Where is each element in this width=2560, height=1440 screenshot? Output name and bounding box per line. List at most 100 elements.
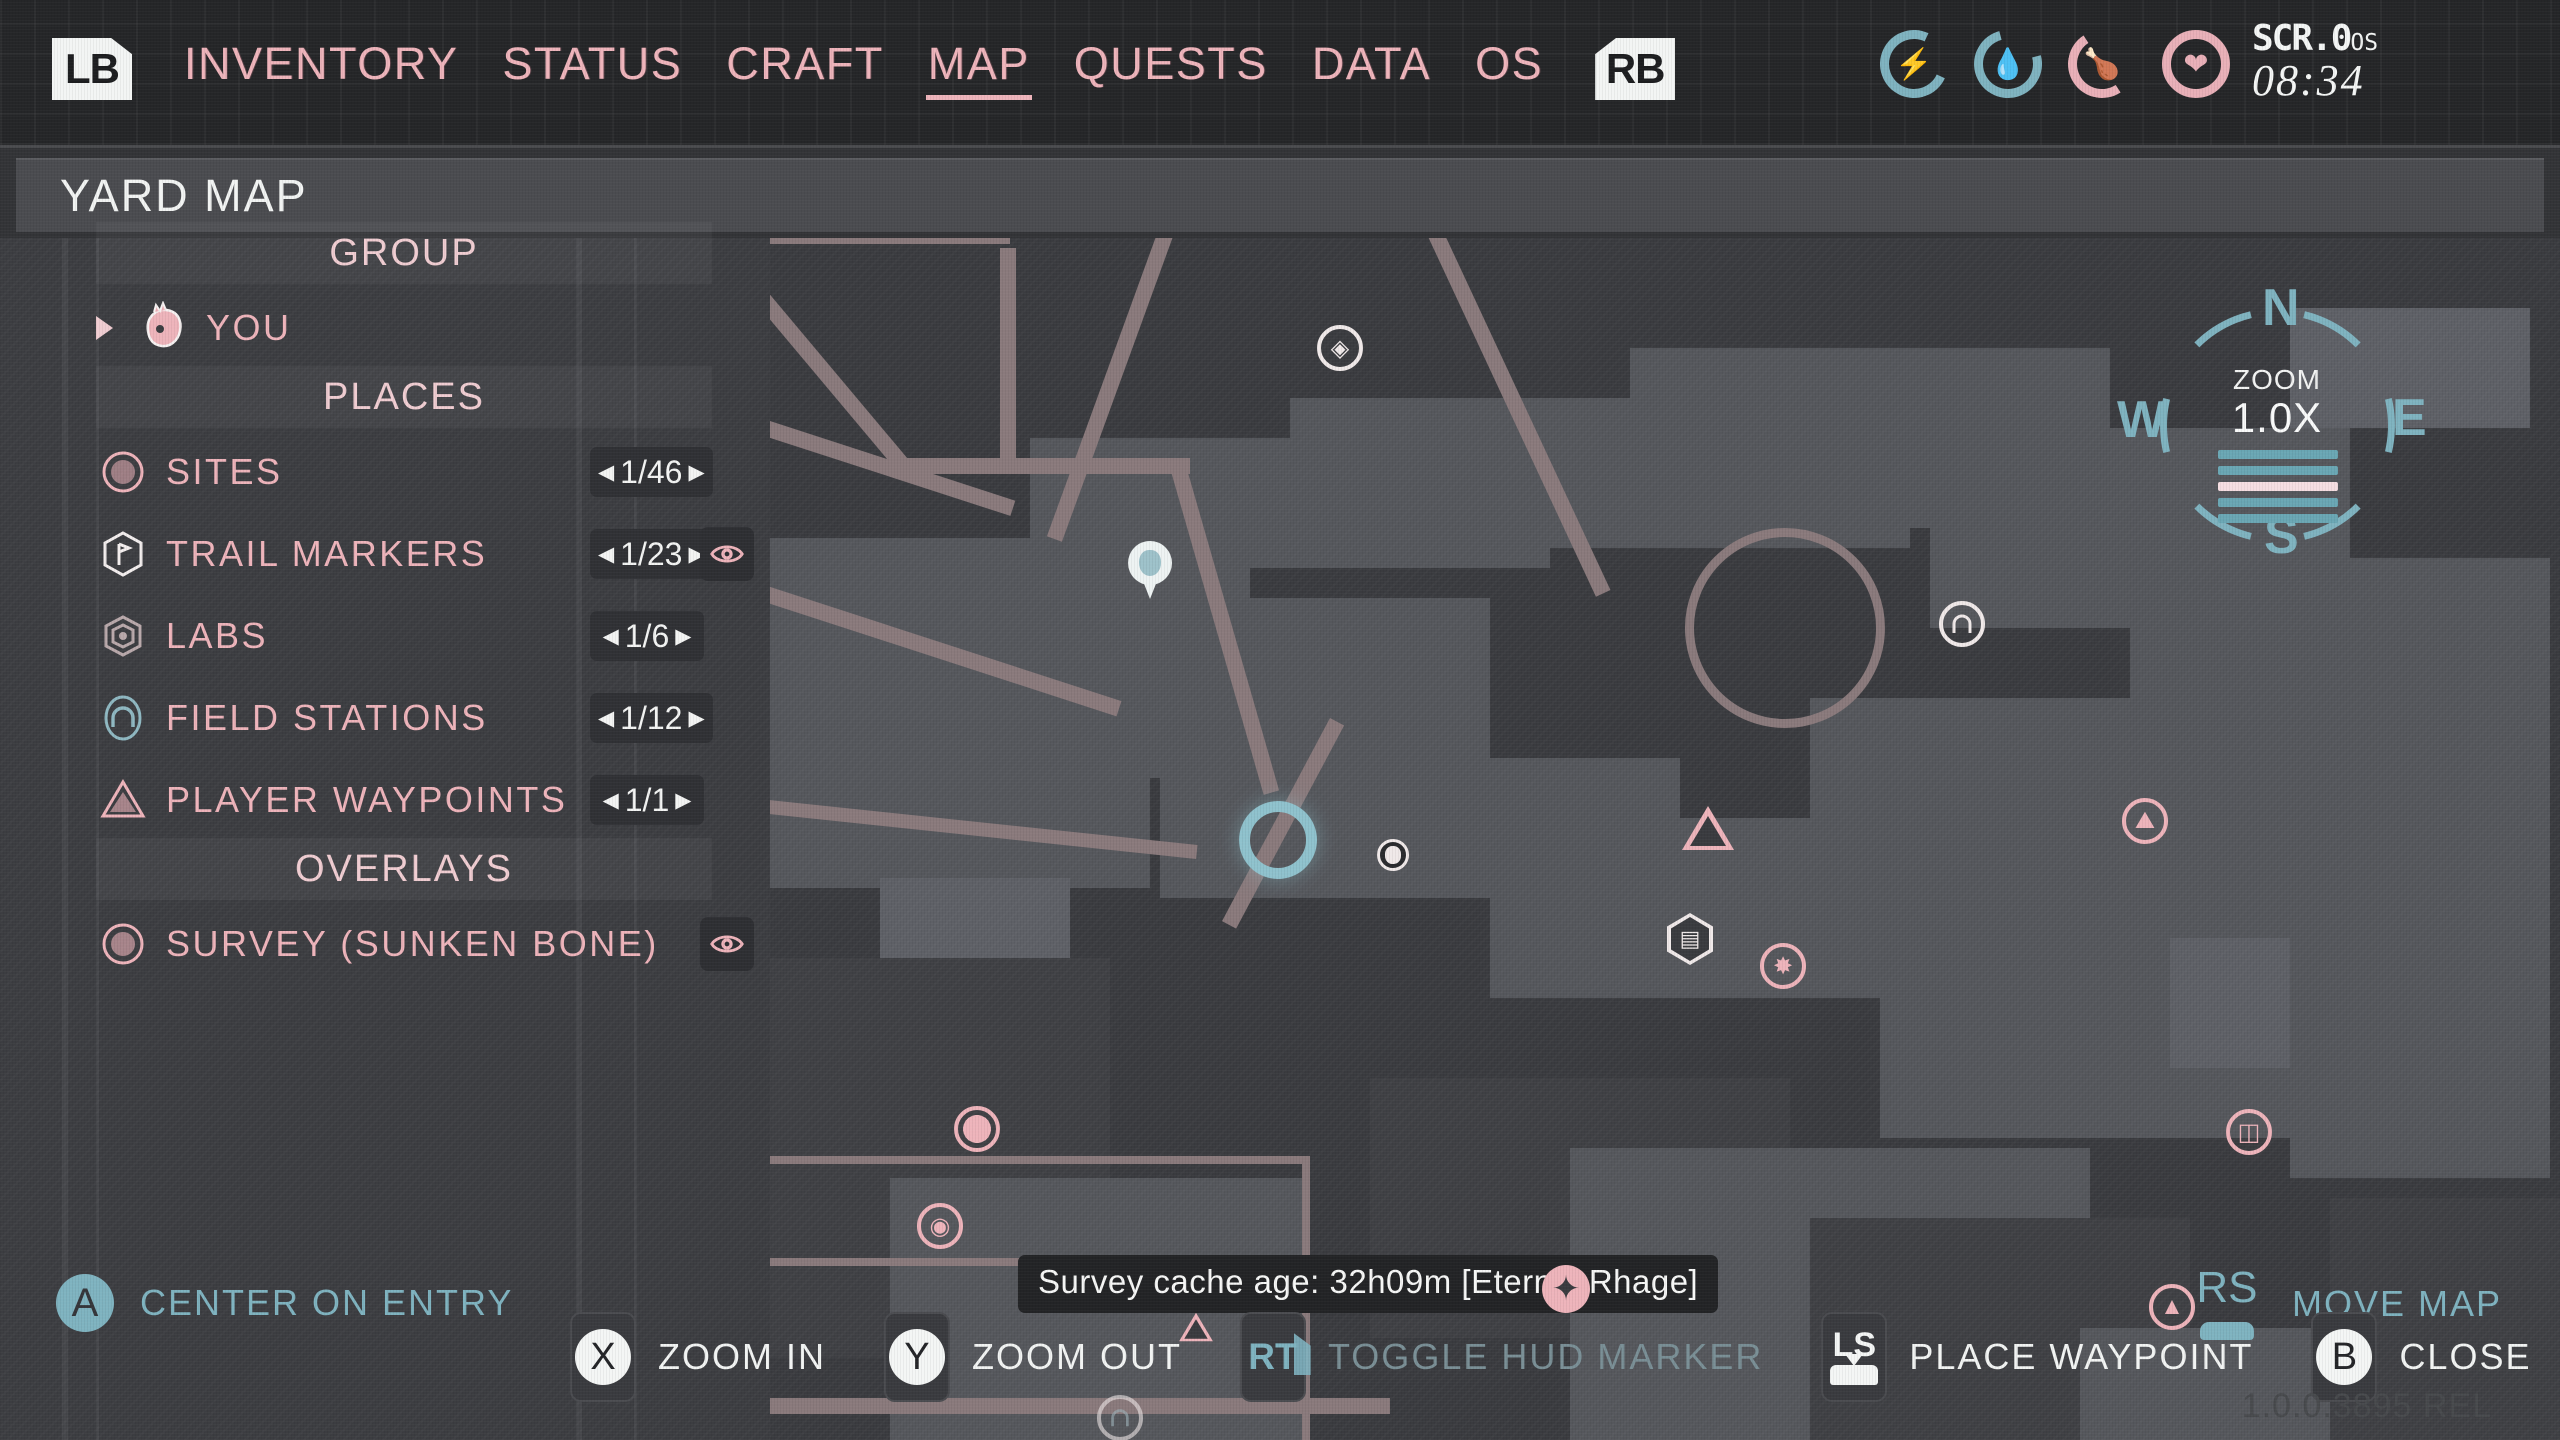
sidebar-item-label: TRAIL MARKERS xyxy=(166,533,488,574)
main-nav: LB INVENTORY STATUS CRAFT MAP QUESTS DAT… xyxy=(52,38,1676,100)
field-station-marker[interactable] xyxy=(1939,601,1985,647)
os-name-text: SCR.0 xyxy=(2252,18,2352,59)
rt-trigger-pad: RT xyxy=(1239,1312,1306,1402)
map-area-circle xyxy=(1685,528,1885,728)
site-marker-lower[interactable] xyxy=(954,1106,1000,1152)
stepper-next-arrow[interactable]: ▶ xyxy=(688,460,704,485)
prompt-place-waypoint[interactable]: LS PLACE WAYPOINT xyxy=(1821,1312,2253,1402)
labs-counter-stepper[interactable]: ◀ 1/6 ▶ xyxy=(590,611,704,661)
trail-markers-visibility-toggle[interactable] xyxy=(700,527,754,581)
zoom-bar-active[interactable] xyxy=(2218,482,2338,491)
sidebar-item-player-waypoints[interactable]: PLAYER WAYPOINTS ◀ 1/1 ▶ xyxy=(0,766,770,834)
nav-item-craft[interactable]: CRAFT xyxy=(704,38,906,100)
x-button-pad[interactable]: X xyxy=(570,1312,636,1402)
eye-icon xyxy=(710,935,744,953)
trail-marker-icon xyxy=(96,527,150,581)
prompt-zoom-in[interactable]: X ZOOM IN xyxy=(570,1312,826,1402)
stepper-prev-arrow[interactable]: ◀ xyxy=(603,624,619,649)
lab-hex-marker[interactable]: ▤ xyxy=(1667,913,1713,965)
trail-marker-east[interactable]: ⛰ xyxy=(2122,798,2168,844)
clock-time: 08:34 xyxy=(2252,56,2365,105)
top-navigation-bar: LB INVENTORY STATUS CRAFT MAP QUESTS DAT… xyxy=(0,0,2560,148)
lab-hex-icon xyxy=(96,609,150,663)
zoom-bar[interactable] xyxy=(2218,514,2338,523)
sidebar-item-labs[interactable]: LABS ◀ 1/6 ▶ xyxy=(0,602,770,670)
section-header-overlays: OVERLAYS xyxy=(96,838,712,900)
pin-icon xyxy=(1128,541,1172,599)
stepper-next-arrow[interactable]: ▶ xyxy=(675,624,691,649)
zoom-label: ZOOM xyxy=(2233,364,2321,395)
rt-trigger-icon: RT xyxy=(1248,1336,1298,1377)
stepper-prev-arrow[interactable]: ◀ xyxy=(598,706,614,731)
y-button-pad[interactable]: Y xyxy=(883,1312,950,1402)
nav-item-status[interactable]: STATUS xyxy=(480,38,704,100)
gem-icon: ◈ xyxy=(1317,325,1363,371)
sidebar-item-label: PLAYER WAYPOINTS xyxy=(166,779,568,820)
map-sector-box-top xyxy=(770,1156,1310,1266)
survey-circle-icon xyxy=(96,917,150,971)
stepper-value: 1/23 xyxy=(620,535,683,572)
player-waypoints-counter-stepper[interactable]: ◀ 1/1 ▶ xyxy=(590,775,704,825)
ls-stick-pad[interactable]: LS xyxy=(1821,1312,1888,1402)
zoom-in-label: ZOOM IN xyxy=(658,1336,826,1377)
build-version-label: 1.0.0.3895 REL xyxy=(2241,1387,2492,1425)
left-bumper-button[interactable]: LB xyxy=(52,38,132,100)
selection-caret-icon xyxy=(96,316,113,340)
stepper-next-arrow[interactable]: ▶ xyxy=(688,706,704,731)
sidebar-item-survey-overlay[interactable]: SURVEY (SUNKEN BONE) xyxy=(0,910,770,978)
food-ring-icon: 🍗 xyxy=(2061,23,2143,105)
waypoint-triangle-marker[interactable] xyxy=(1682,806,1734,850)
os-clock: SCR.0OS 08:34 xyxy=(2252,18,2502,106)
zoom-level-bars[interactable] xyxy=(2218,450,2338,530)
zoom-bar[interactable] xyxy=(2218,498,2338,507)
prompt-zoom-out[interactable]: Y ZOOM OUT xyxy=(883,1312,1182,1402)
sidebar-item-label: LABS xyxy=(166,615,269,656)
os-name-suffix: OS xyxy=(2350,30,2379,56)
eye-overlay-marker[interactable]: ◉ xyxy=(917,1203,963,1249)
nav-item-data[interactable]: DATA xyxy=(1290,38,1453,100)
cache-icon: ◫ xyxy=(2226,1109,2272,1155)
eye-marker-icon: ◉ xyxy=(917,1203,963,1249)
cache-marker-east[interactable]: ◫ xyxy=(2226,1109,2272,1155)
field-stations-counter-stepper[interactable]: ◀ 1/12 ▶ xyxy=(590,693,713,743)
zoom-bar[interactable] xyxy=(2218,450,2338,459)
lab-icon: ▤ xyxy=(1667,913,1713,965)
player-pin-marker[interactable] xyxy=(1128,541,1172,599)
nav-item-inventory[interactable]: INVENTORY xyxy=(162,38,480,100)
sidebar-item-trail-markers[interactable]: TRAIL MARKERS ◀ 1/23 ▶ xyxy=(0,520,770,588)
gem-site-marker[interactable]: ◈ xyxy=(1317,325,1363,371)
compass-zoom-widget[interactable]: N E S W ZOOM 1.0X xyxy=(2112,278,2442,578)
player-head-icon xyxy=(136,300,190,355)
stepper-next-arrow[interactable]: ▶ xyxy=(675,788,691,813)
nav-item-map[interactable]: MAP xyxy=(906,38,1052,100)
field-station-icon xyxy=(1939,601,1985,647)
stepper-prev-arrow[interactable]: ◀ xyxy=(598,542,614,567)
sidebar-item-sites[interactable]: SITES ◀ 1/46 ▶ xyxy=(0,438,770,506)
survey-node-marker[interactable]: ✸ xyxy=(1760,943,1806,989)
right-bumper-button[interactable]: RB xyxy=(1595,38,1676,100)
sidebar-item-label: FIELD STATIONS xyxy=(166,697,488,738)
nav-item-os[interactable]: OS xyxy=(1453,38,1565,100)
energy-ring-icon: ⚡ xyxy=(1870,20,1958,108)
status-rings: ⚡ 💧 🍗 ❤ xyxy=(1870,17,2230,111)
os-name: SCR.0OS xyxy=(2252,18,2502,59)
stepper-prev-arrow[interactable]: ◀ xyxy=(603,788,619,813)
trail-markers-counter-stepper[interactable]: ◀ 1/23 ▶ xyxy=(590,529,713,579)
place-waypoint-label: PLACE WAYPOINT xyxy=(1909,1336,2254,1377)
nav-item-quests[interactable]: QUESTS xyxy=(1052,38,1290,100)
bottom-prompt-bar: X ZOOM IN Y ZOOM OUT RT TOGGLE HUD MARKE… xyxy=(0,1290,2560,1440)
sidebar-item-you[interactable]: YOU xyxy=(0,294,770,362)
zoom-bar[interactable] xyxy=(2218,466,2338,475)
zoom-out-label: ZOOM OUT xyxy=(971,1336,1182,1377)
field-station-icon xyxy=(96,691,150,745)
sites-counter-stepper[interactable]: ◀ 1/46 ▶ xyxy=(590,447,713,497)
sidebar-item-field-stations[interactable]: FIELD STATIONS ◀ 1/12 ▶ xyxy=(0,684,770,752)
site-circle-icon xyxy=(96,445,150,499)
player-head-marker[interactable] xyxy=(1377,839,1409,871)
player-ring-icon xyxy=(1239,801,1317,879)
player-head-icon xyxy=(1377,839,1409,871)
sidebar-item-label: SURVEY (SUNKEN BONE) xyxy=(166,923,659,964)
stepper-prev-arrow[interactable]: ◀ xyxy=(598,460,614,485)
survey-visibility-toggle[interactable] xyxy=(700,917,754,971)
trail-marker-icon: ⛰ xyxy=(2122,798,2168,844)
